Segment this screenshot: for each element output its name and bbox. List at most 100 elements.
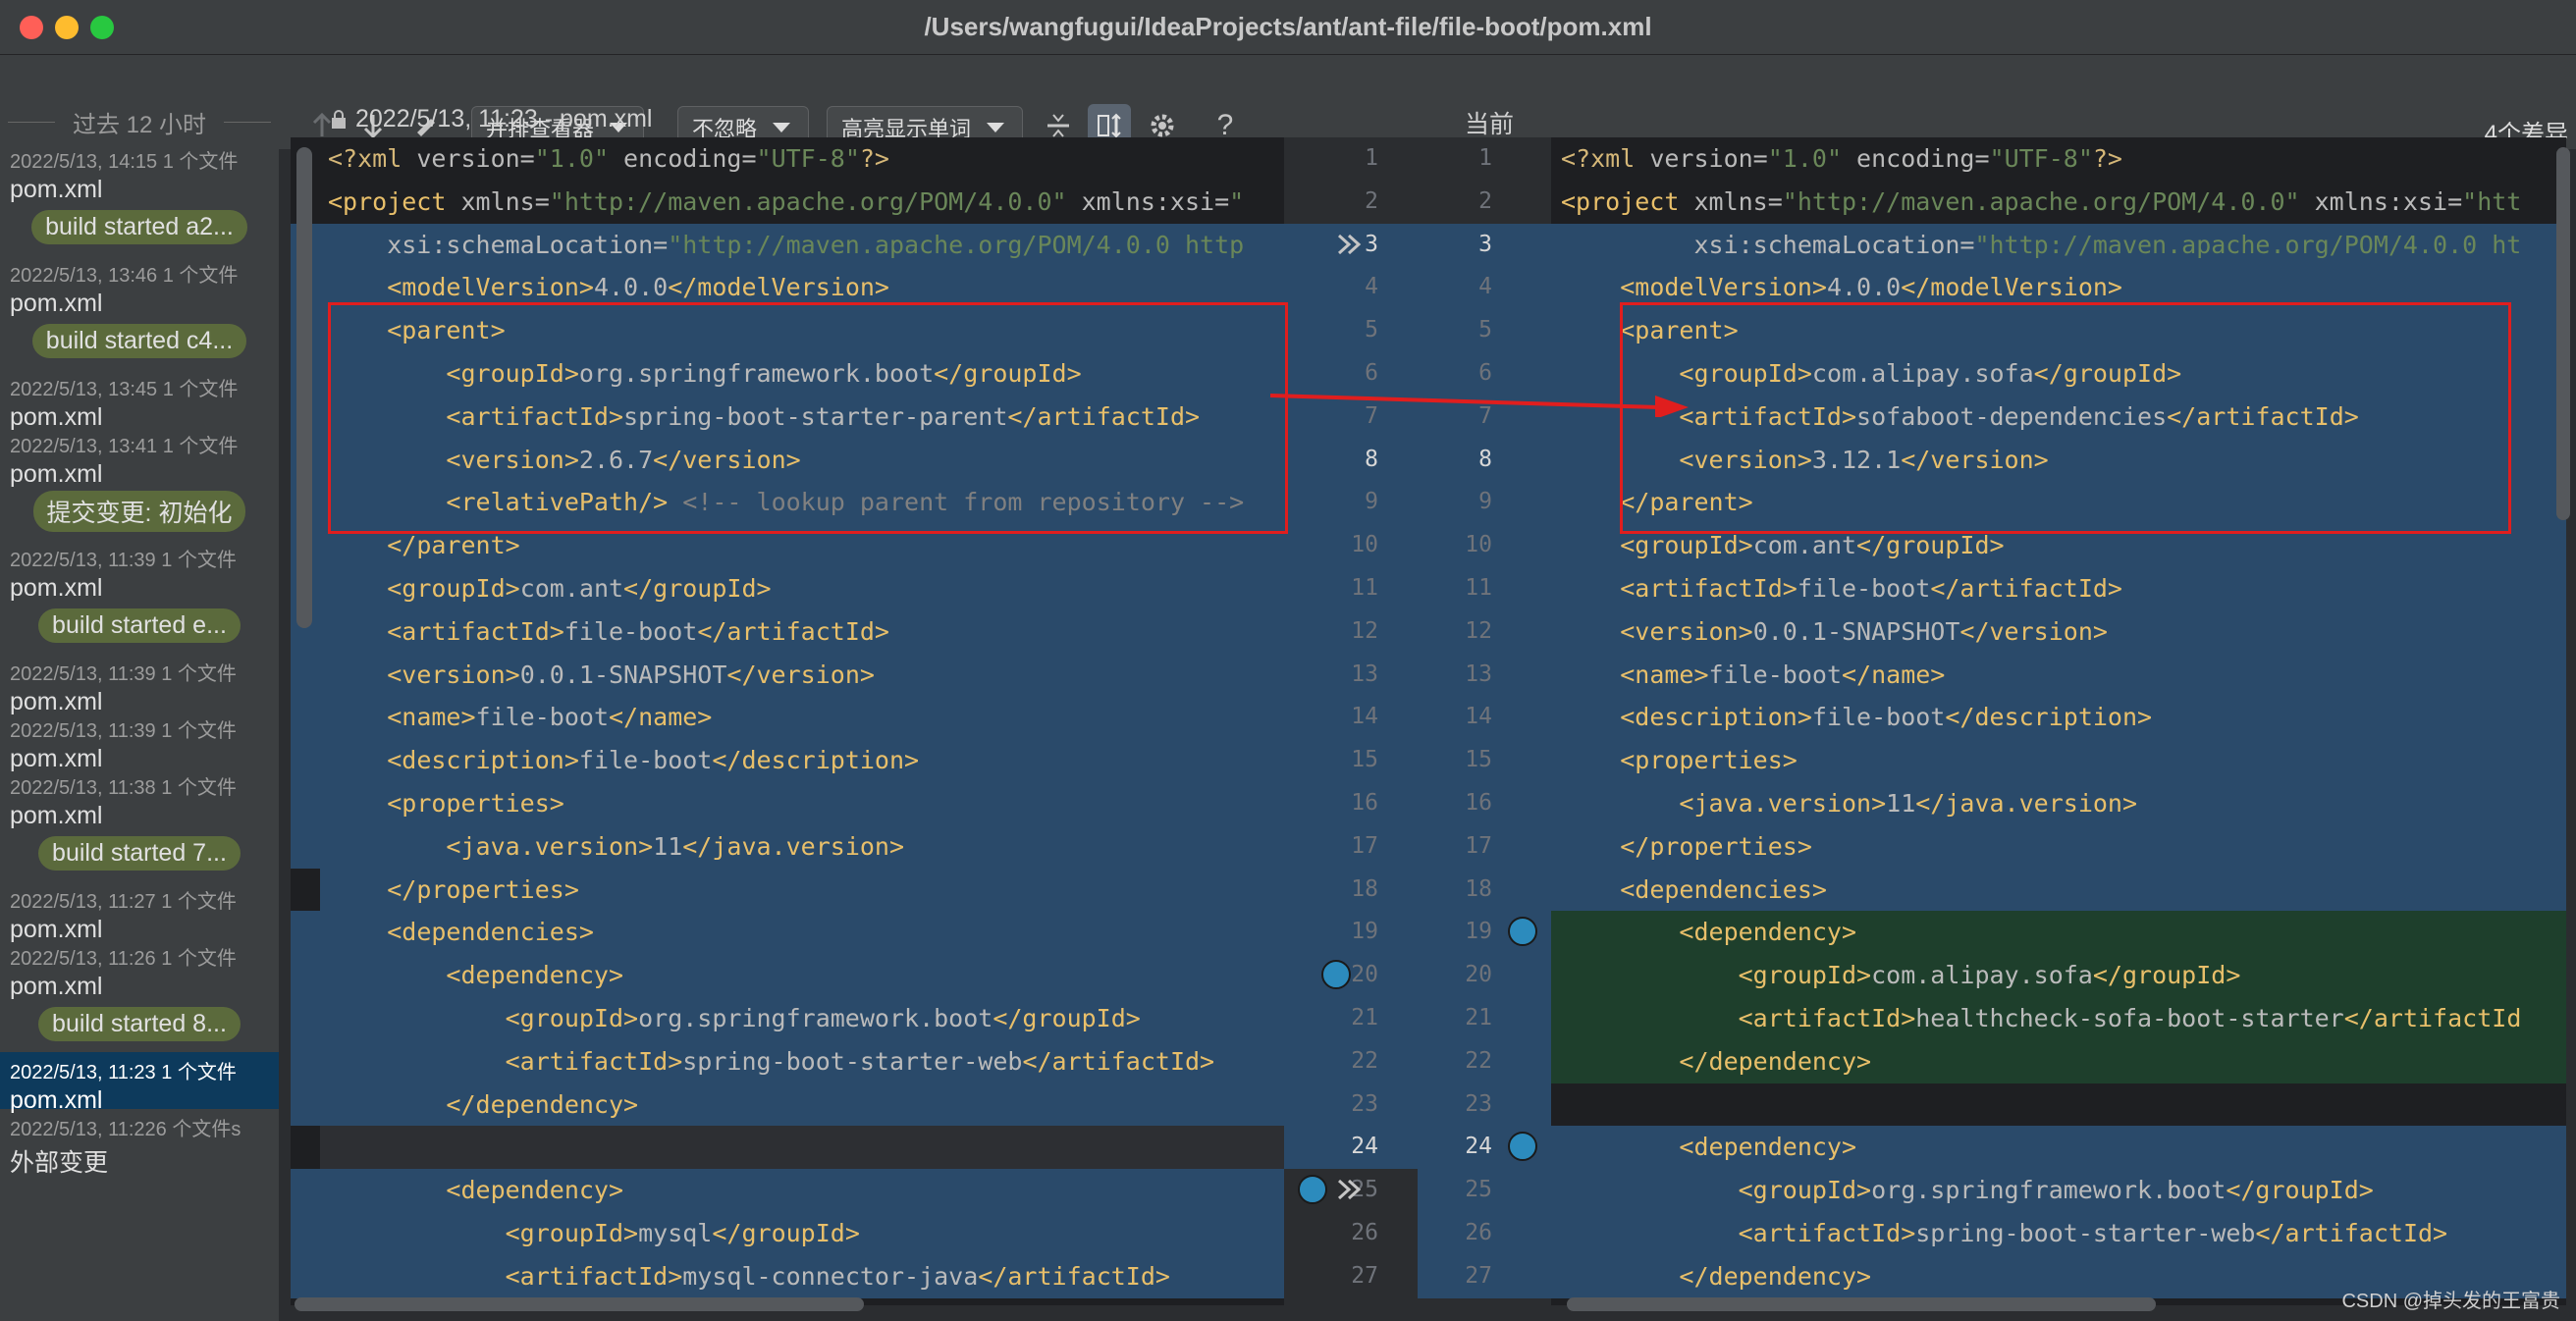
line-number-right: 10 [1465,532,1492,558]
history-item-meta: 2022/5/13, 11:27 1 个文件 [10,891,237,913]
code-line: </properties> [291,868,1284,912]
revert-change-icon[interactable] [1321,960,1351,990]
line-number-left: 16 [1351,790,1378,816]
history-list: 过去 12 小时 2022/5/13, 14:15 1 个文件 pom.xml bu… [0,102,279,1321]
history-event-badge[interactable]: build started c4... [0,312,279,369]
line-number-right: 25 [1465,1177,1492,1203]
history-event-badge[interactable]: 提交变更: 初始化 [0,483,279,540]
code-text: <artifactId>mysql-connector-java</artifa… [505,1261,1170,1291]
history-item[interactable]: 2022/5/13, 14:15 1 个文件 pom.xml [0,141,279,203]
line-number-right: 24 [1465,1134,1492,1160]
code-line: <version>0.0.1-SNAPSHOT</version> [291,653,1284,697]
apply-change-icon[interactable] [1335,1175,1365,1204]
history-event-badge[interactable]: build started e... [0,597,279,654]
code-text: <dependency> [1679,1133,1857,1162]
code-line: <dependencies> [1551,868,2566,912]
code-text: <dependency> [1679,918,1857,947]
history-item[interactable]: 2022/5/13, 11:23 1 个文件 pom.xml [0,1052,279,1114]
line-number-left: 8 [1365,446,1378,472]
line-number-left: 15 [1351,747,1378,773]
code-line: <groupId>com.ant</groupId> [291,567,1284,610]
history-item-meta: 2022/5/13, 11:39 1 个文件 [10,663,237,685]
code-text: </properties> [387,874,579,904]
line-number-left: 21 [1351,1005,1378,1030]
right-horizontal-scrollbar[interactable] [1567,1297,2156,1311]
code-text: <groupId>org.springframework.boot</group… [505,1004,1141,1032]
code-line: xsi:schemaLocation="http://maven.apache.… [1551,223,2566,267]
history-item[interactable]: 2022/5/13, 13:45 1 个文件 pom.xml [0,369,279,431]
code-text: xsi:schemaLocation="http://maven.apache.… [328,230,1245,259]
history-item[interactable]: 2022/5/13, 11:27 1 个文件 pom.xml [0,881,279,943]
line-number-right: 12 [1465,617,1492,644]
code-line: <groupId>org.springframework.boot</group… [291,997,1284,1040]
history-item[interactable]: 2022/5/13, 11:39 1 个文件 pom.xml [0,711,279,772]
history-item-name: pom.xml [10,290,103,317]
line-number-right: 19 [1465,919,1492,945]
line-number-left: 18 [1351,875,1378,902]
line-number-left: 22 [1351,1047,1378,1074]
code-line: <artifactId>file-boot</artifactId> [291,609,1284,654]
code-text: <groupId>com.alipay.sofa</groupId> [1738,961,2241,990]
change-marker [291,1169,320,1298]
code-text: </properties> [1620,831,1812,861]
left-horizontal-scrollbar[interactable] [295,1297,864,1311]
history-item[interactable]: 2022/5/13, 11:39 1 个文件 pom.xml [0,654,279,715]
code-text: <?xml version="1.0" encoding="UTF-8"?> [1561,144,2122,173]
line-number-left: 17 [1351,832,1378,859]
code-text: <dependency> [446,1176,624,1205]
code-text: <properties> [1620,746,1798,775]
history-item[interactable]: 2022/5/13, 11:39 1 个文件 pom.xml [0,540,279,602]
history-event-badge[interactable]: build started 7... [0,824,279,881]
right-vertical-scrollbar[interactable] [2556,147,2570,520]
history-item[interactable]: 2022/5/13, 13:41 1 个文件 pom.xml [0,426,279,488]
history-event-badge[interactable]: build started a2... [0,198,279,255]
change-marker [291,911,320,1127]
code-text: <description>file-boot</description> [387,746,920,775]
history-item-meta: 2022/5/13, 11:39 1 个文件 [10,720,237,742]
code-line: <version>0.0.1-SNAPSHOT</version> [1551,609,2566,654]
code-text: <dependencies> [387,918,594,947]
code-line: <artifactId>mysql-connector-java</artifa… [291,1254,1284,1298]
revert-change-icon[interactable] [1298,1175,1327,1205]
code-text: <groupId>com.ant</groupId> [387,574,772,603]
code-text: <name>file-boot</name> [387,703,713,732]
line-number-left: 10 [1351,532,1378,558]
code-text: </dependency> [446,1089,639,1119]
code-line [291,1126,1284,1170]
history-item-meta: 2022/5/13, 14:15 1 个文件 [10,151,239,173]
history-event-label: build started e... [38,608,241,643]
line-number-right: 13 [1465,660,1492,687]
code-line: <?xml version="1.0" encoding="UTF-8"?> [1551,137,2566,181]
line-number-right: 5 [1478,317,1492,343]
line-number-left: 6 [1365,360,1378,386]
code-text: <groupId>org.springframework.boot</group… [1738,1176,2374,1205]
left-file-label: 2022/5/13, 11:23 - pom.xml [355,105,653,132]
diff-header-bar: 2022/5/13, 11:23 - pom.xml 当前 [291,102,2576,138]
apply-change-icon[interactable] [1335,230,1365,259]
line-number-left: 26 [1351,1220,1378,1245]
line-number-right: 27 [1465,1262,1492,1289]
history-item[interactable]: 2022/5/13, 11:226 个文件s 外部变更 [0,1109,279,1177]
code-line: <dependency> [1551,911,2566,955]
left-vertical-scrollbar[interactable] [296,147,312,628]
code-line: <groupId>com.alipay.sofa</groupId> [1551,954,2566,997]
line-number-left: 19 [1351,919,1378,945]
code-line: <java.version>11</java.version> [1551,782,2566,825]
line-number-right: 21 [1465,1005,1492,1030]
history-item[interactable]: 2022/5/13, 13:46 1 个文件 pom.xml [0,255,279,317]
history-item-name: 外部变更 [10,1149,109,1177]
history-items: 2022/5/13, 14:15 1 个文件 pom.xml build start… [0,141,279,1177]
line-number-left: 11 [1351,575,1378,601]
history-item-name: pom.xml [10,176,103,203]
history-item[interactable]: 2022/5/13, 11:26 1 个文件 pom.xml [0,938,279,1000]
right-file-label: 当前 [1465,111,1515,138]
line-number-left: 9 [1365,489,1378,515]
history-event-badge[interactable]: build started 8... [0,995,279,1052]
line-number-left: 1 [1365,145,1378,171]
code-line: </dependency> [1551,1039,2566,1083]
history-item[interactable]: 2022/5/13, 11:38 1 个文件 pom.xml [0,767,279,829]
code-line: <name>file-boot</name> [291,696,1284,740]
history-item-meta: 2022/5/13, 13:46 1 个文件 [10,265,239,287]
code-text: <project xmlns="http://maven.apache.org/… [1561,186,2522,216]
line-number-left: 12 [1351,617,1378,644]
